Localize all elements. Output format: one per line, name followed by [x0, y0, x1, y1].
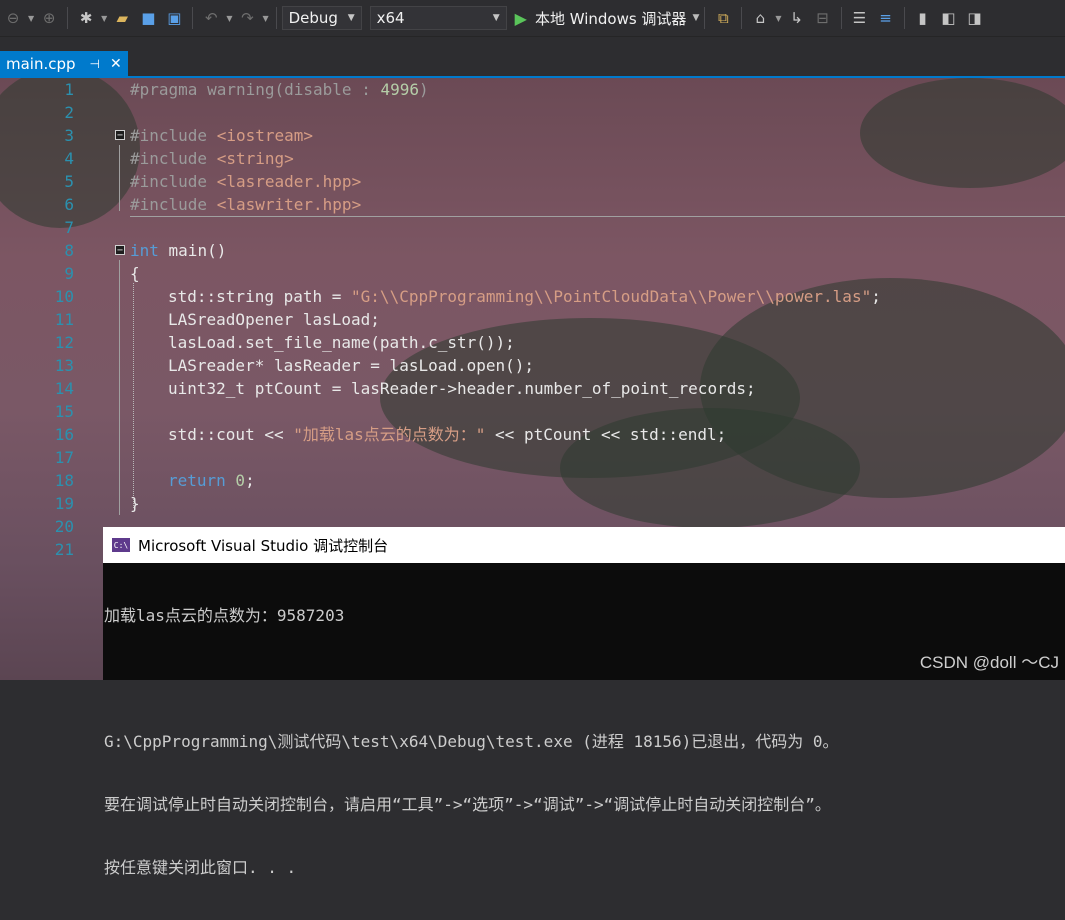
- watermark-text: CSDN @doll ～CJ: [919, 653, 1059, 672]
- comment-icon[interactable]: ☰: [849, 7, 871, 29]
- line-number: 8: [64, 241, 74, 260]
- toolbar-separator: [903, 7, 905, 29]
- line-number: 6: [64, 195, 74, 214]
- save-all-icon[interactable]: ▣: [163, 7, 185, 29]
- code-line: 12 lasLoad.set_file_name(path.c_str());: [0, 331, 1065, 354]
- line-number: 10: [54, 287, 74, 306]
- collapse-icon[interactable]: −: [115, 245, 125, 256]
- toolbar: ⊖ ▼ ⊕ ✱ ▼ ▰ ■ ▣ ↶ ▼ ↷ ▼ Debug ▼ x64 ▼ ▶ …: [0, 0, 1065, 37]
- code-line: 10 std::string path = "G:\\CppProgrammin…: [0, 285, 1065, 308]
- code-line: 2: [0, 101, 1065, 124]
- bookmark-icon[interactable]: ▮: [912, 7, 934, 29]
- code-line: 5 #include <lasreader.hpp>: [0, 170, 1065, 193]
- redo-dropdown-icon[interactable]: ▼: [262, 14, 268, 23]
- undo-icon[interactable]: ↶: [200, 7, 222, 29]
- collapse-icon[interactable]: −: [115, 130, 125, 141]
- browser-link-icon[interactable]: ⌂: [749, 7, 771, 29]
- close-icon[interactable]: ✕: [110, 56, 122, 72]
- code-line: 6 #include <laswriter.hpp>: [0, 193, 1065, 216]
- chevron-down-icon: ▼: [347, 13, 355, 23]
- code-line: 17: [0, 446, 1065, 469]
- document-tab-strip: main.cpp ⊣ ✕: [0, 41, 1065, 78]
- toolbar-separator: [741, 7, 743, 29]
- line-number: 19: [54, 494, 74, 513]
- line-number: 21: [54, 540, 74, 559]
- code-line: 19 }: [0, 492, 1065, 515]
- console-line: G:\CppProgramming\测试代码\test\x64\Debug\te…: [104, 732, 839, 751]
- console-output: 加载las点云的点数为：9587203 G:\CppProgramming\测试…: [103, 563, 1065, 920]
- console-line: 按任意键关闭此窗口. . .: [104, 858, 297, 877]
- bookmark-next-icon[interactable]: ◨: [964, 7, 986, 29]
- uncomment-icon[interactable]: ≡: [875, 7, 897, 29]
- run-dropdown-icon[interactable]: ▼: [692, 13, 699, 23]
- code-line: 15: [0, 400, 1065, 423]
- configuration-select[interactable]: Debug ▼: [281, 6, 362, 30]
- new-project-icon[interactable]: ✱: [75, 7, 97, 29]
- platform-value: x64: [376, 9, 405, 27]
- platform-select[interactable]: x64 ▼: [369, 6, 507, 30]
- line-number: 13: [54, 356, 74, 375]
- line-number: 2: [64, 103, 74, 122]
- debug-console-window[interactable]: C:\ Microsoft Visual Studio 调试控制台 加载las点…: [103, 527, 1065, 877]
- code-line: 1 #pragma warning(disable : 4996): [0, 78, 1065, 101]
- code-line: 14 uint32_t ptCount = lasReader->header.…: [0, 377, 1065, 400]
- line-number: 15: [54, 402, 74, 421]
- play-icon: ▶: [514, 8, 527, 28]
- open-folder-icon[interactable]: ▰: [111, 7, 133, 29]
- line-number: 7: [64, 218, 74, 237]
- line-number: 17: [54, 448, 74, 467]
- back-dropdown-icon[interactable]: ▼: [28, 14, 34, 23]
- code-line: 4 #include <string>: [0, 147, 1065, 170]
- line-number: 4: [64, 149, 74, 168]
- line-number: 1: [64, 80, 74, 99]
- run-label: 本地 Windows 调试器: [534, 9, 687, 28]
- configuration-value: Debug: [288, 9, 338, 27]
- line-number: 16: [54, 425, 74, 444]
- code-line: 13 LASreader* lasReader = lasLoad.open()…: [0, 354, 1065, 377]
- tab-main-cpp[interactable]: main.cpp ⊣ ✕: [0, 51, 128, 76]
- bookmark-prev-icon[interactable]: ◧: [938, 7, 960, 29]
- find-in-files-icon[interactable]: ⧉: [712, 7, 734, 29]
- line-number: 18: [54, 471, 74, 490]
- undo-dropdown-icon[interactable]: ▼: [226, 14, 232, 23]
- code-line: 7: [0, 216, 1065, 239]
- code-line: 16 std::cout << "加载las点云的点数为：" << ptCoun…: [0, 423, 1065, 446]
- line-number: 5: [64, 172, 74, 191]
- save-icon[interactable]: ■: [137, 7, 159, 29]
- tab-label: main.cpp: [6, 54, 76, 73]
- console-title-bar[interactable]: C:\ Microsoft Visual Studio 调试控制台: [103, 527, 1065, 563]
- console-title: Microsoft Visual Studio 调试控制台: [138, 536, 389, 555]
- redo-icon[interactable]: ↷: [236, 7, 258, 29]
- line-number: 20: [54, 517, 74, 536]
- toolbar-separator: [67, 7, 69, 29]
- console-line: 要在调试停止时自动关闭控制台，请启用“工具”->“选项”->“调试”->“调试停…: [104, 795, 831, 814]
- toolbar-separator: [840, 7, 842, 29]
- back-icon[interactable]: ⊖: [2, 7, 24, 29]
- toolbar-separator: [192, 7, 194, 29]
- line-number: 3: [64, 126, 74, 145]
- line-number: 11: [54, 310, 74, 329]
- browser-dropdown-icon[interactable]: ▼: [775, 14, 781, 23]
- code-line: 18 return 0;: [0, 469, 1065, 492]
- new-dropdown-icon[interactable]: ▼: [101, 14, 107, 23]
- chevron-down-icon: ▼: [492, 13, 500, 23]
- step-icon[interactable]: ↳: [786, 7, 808, 29]
- toolbar-separator: [704, 7, 706, 29]
- code-line: 11 LASreadOpener lasLoad;: [0, 308, 1065, 331]
- code-line: 3 − #include <iostream>: [0, 124, 1065, 147]
- code-line: 8 − int main(): [0, 239, 1065, 262]
- toolbar-separator: [275, 7, 277, 29]
- start-debugging-button[interactable]: ▶ 本地 Windows 调试器 ▼: [515, 8, 700, 29]
- code-line: 9 {: [0, 262, 1065, 285]
- pin-icon[interactable]: ⊣: [90, 57, 100, 71]
- console-line: 加载las点云的点数为：9587203: [104, 606, 345, 625]
- forward-icon[interactable]: ⊕: [38, 7, 60, 29]
- console-app-icon: C:\: [112, 538, 130, 552]
- line-number: 9: [64, 264, 74, 283]
- line-number: 12: [54, 333, 74, 352]
- step-disabled-icon[interactable]: ⊟: [812, 7, 834, 29]
- line-number: 14: [54, 379, 74, 398]
